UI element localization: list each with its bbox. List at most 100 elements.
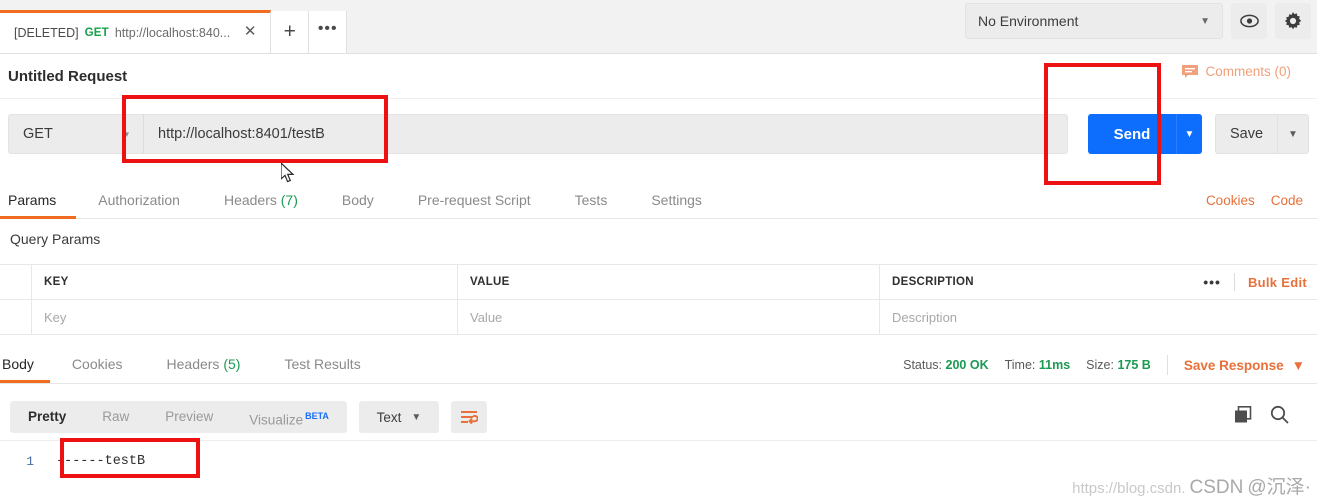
watermark-brand: CSDN — [1189, 477, 1244, 498]
tab-tests[interactable]: Tests — [553, 183, 630, 219]
line-number: 1 — [26, 453, 34, 469]
tab-bar: [DELETED] GET http://localhost:840... ✕ … — [0, 0, 1317, 54]
url-bar: GET ▾ http://localhost:8401/testB Send ▼… — [0, 108, 1317, 160]
search-button[interactable] — [1270, 405, 1289, 429]
status-group: Status: 200 OK — [903, 358, 989, 372]
eye-icon — [1239, 14, 1259, 28]
tab-tests-label: Tests — [574, 191, 608, 208]
response-tab-test-results[interactable]: Test Results — [262, 347, 382, 383]
response-tab-body[interactable]: Body — [0, 347, 50, 383]
comments-label: Comments (0) — [1205, 64, 1291, 79]
request-tab[interactable]: [DELETED] GET http://localhost:840... ✕ — [0, 10, 272, 53]
environment-selected-label: No Environment — [978, 13, 1079, 29]
tab-authorization[interactable]: Authorization — [76, 183, 202, 219]
response-tab-body-label: Body — [2, 356, 34, 372]
response-toolbar: Pretty Raw Preview Visualize BETA Text ▼ — [0, 396, 1317, 438]
divider — [1166, 355, 1168, 375]
tab-body-label: Body — [341, 191, 374, 208]
request-tabs: Params Authorization Headers (7) Body Pr… — [0, 183, 1317, 219]
tab-settings-label: Settings — [651, 191, 702, 208]
save-response-button[interactable]: Save Response ▼ — [1184, 358, 1305, 373]
http-method-label: GET — [23, 126, 53, 142]
tab-pre-request-script-label: Pre-request Script — [417, 191, 531, 208]
tab-deleted-label: [DELETED] — [14, 26, 79, 40]
word-wrap-icon — [460, 410, 478, 424]
response-format-label: Text — [376, 409, 402, 425]
send-button[interactable]: Send — [1088, 114, 1176, 154]
view-mode-visualize[interactable]: Visualize BETA — [231, 401, 347, 433]
watermark: https://blog.csdn. CSDN @沉泽· — [1072, 472, 1311, 499]
response-tab-test-results-label: Test Results — [284, 356, 361, 372]
param-key-input[interactable]: Key — [32, 300, 458, 334]
code-link[interactable]: Code — [1271, 193, 1303, 208]
http-method-select[interactable]: GET ▾ — [8, 114, 143, 154]
comment-icon — [1182, 64, 1199, 78]
gear-icon — [1284, 12, 1302, 30]
close-icon[interactable]: ✕ — [242, 24, 258, 41]
tab-headers-label: Headers — [223, 191, 277, 208]
header-description: DESCRIPTION ••• Bulk Edit — [880, 265, 1317, 299]
params-tools: ••• Bulk Edit — [1203, 265, 1307, 299]
tab-authorization-label: Authorization — [98, 191, 180, 208]
view-mode-visualize-label: Visualize — [249, 412, 304, 428]
tab-body[interactable]: Body — [320, 183, 396, 219]
environment-quick-look-button[interactable] — [1231, 3, 1267, 39]
response-tab-cookies[interactable]: Cookies — [50, 347, 145, 383]
response-tab-headers-label: Headers — [166, 356, 220, 372]
param-description-input[interactable]: Description — [880, 300, 1317, 334]
view-mode-preview[interactable]: Preview — [147, 401, 231, 433]
response-tab-headers[interactable]: Headers (5) — [145, 347, 263, 383]
response-format-select[interactable]: Text ▼ — [358, 401, 439, 433]
chevron-down-icon: ▾ — [124, 128, 129, 139]
save-options-button[interactable]: ▼ — [1277, 114, 1309, 154]
code-line: 1 ------testB — [0, 441, 1317, 475]
response-view-modes: Pretty Raw Preview Visualize BETA — [10, 401, 347, 433]
tab-settings[interactable]: Settings — [629, 183, 724, 219]
response-body-text: ------testB — [56, 453, 146, 469]
view-mode-raw[interactable]: Raw — [84, 401, 147, 433]
view-mode-pretty[interactable]: Pretty — [10, 401, 84, 433]
send-options-button[interactable]: ▼ — [1176, 114, 1202, 154]
size-group: Size: 175 B — [1086, 358, 1151, 372]
word-wrap-button[interactable] — [450, 401, 487, 433]
param-value-input[interactable]: Value — [458, 300, 880, 334]
tab-pre-request-script[interactable]: Pre-request Script — [396, 183, 553, 219]
comments-button[interactable]: Comments (0) — [1182, 64, 1291, 79]
page-title: Untitled Request — [0, 54, 1317, 99]
search-icon — [1270, 405, 1289, 424]
cookies-link[interactable]: Cookies — [1206, 193, 1255, 208]
time-group: Time: 11ms — [1005, 358, 1071, 372]
params-more-icon[interactable]: ••• — [1203, 274, 1221, 290]
tab-params[interactable]: Params — [0, 183, 77, 219]
tab-headers[interactable]: Headers (7) — [202, 183, 320, 219]
chevron-down-icon: ▼ — [411, 411, 422, 423]
row-checkbox-cell[interactable] — [0, 300, 32, 334]
response-meta: Status: 200 OK Time: 11ms Size: 175 B Sa… — [903, 355, 1317, 375]
query-params-label: Query Params — [10, 231, 101, 247]
watermark-author: @沉泽· — [1247, 477, 1311, 498]
response-tab-headers-count: (5) — [223, 356, 241, 372]
request-tabs-links: Cookies Code — [1206, 193, 1317, 208]
header-description-label: DESCRIPTION — [892, 276, 974, 288]
tab-method-label: GET — [84, 27, 109, 39]
settings-button[interactable] — [1275, 3, 1311, 39]
chevron-down-icon: ▼ — [1291, 357, 1305, 373]
time-label: Time: — [1004, 358, 1036, 372]
header-key: KEY — [32, 265, 458, 299]
tab-params-label: Params — [8, 191, 57, 208]
divider — [1233, 273, 1235, 291]
save-button[interactable]: Save — [1215, 114, 1277, 154]
tab-options-icon[interactable]: ••• — [309, 11, 348, 53]
url-input[interactable]: http://localhost:8401/testB — [143, 114, 1068, 154]
environment-select[interactable]: No Environment ▼ — [965, 3, 1223, 39]
bulk-edit-button[interactable]: Bulk Edit — [1248, 275, 1307, 290]
copy-button[interactable] — [1234, 405, 1252, 429]
response-toolbar-actions — [1234, 405, 1307, 429]
size-value: 175 B — [1117, 358, 1151, 372]
table-row[interactable]: Key Value Description — [0, 300, 1317, 335]
new-tab-button[interactable]: + — [271, 11, 310, 53]
query-params-table: KEY VALUE DESCRIPTION ••• Bulk Edit Key … — [0, 264, 1317, 335]
status-label: Status: — [903, 358, 943, 372]
tab-headers-count: (7) — [280, 191, 298, 208]
beta-badge: BETA — [305, 411, 329, 421]
